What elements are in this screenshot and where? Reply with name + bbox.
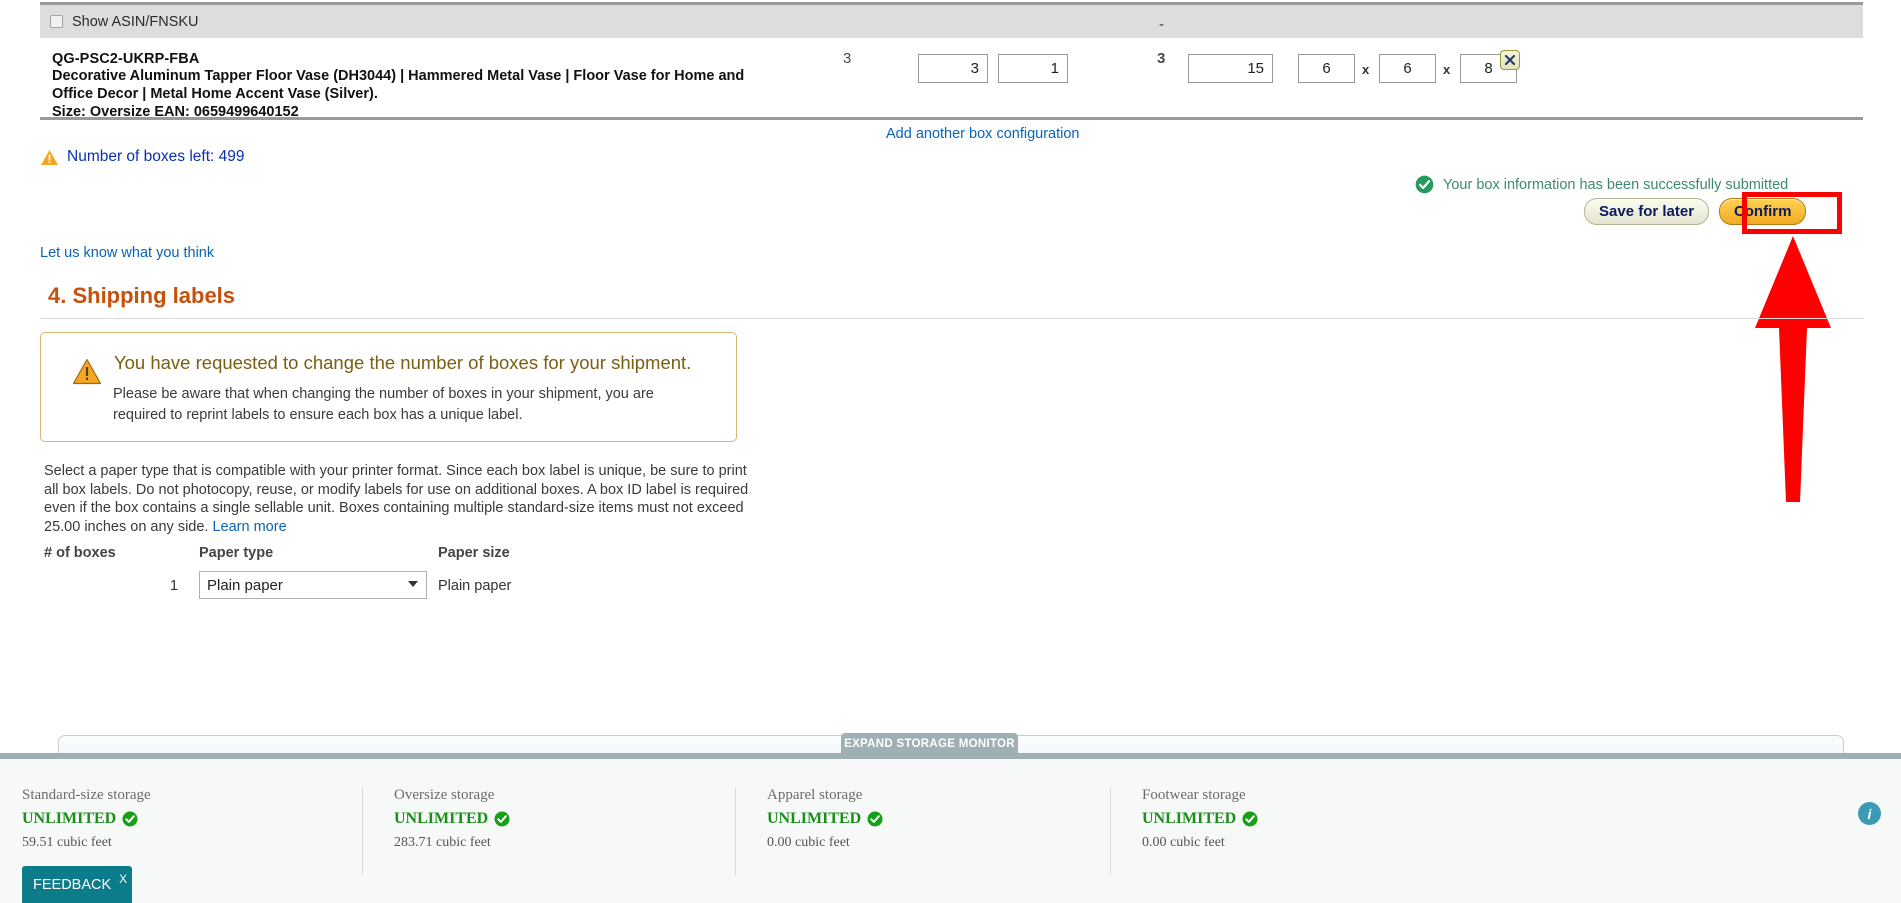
section-title-shipping-labels: 4. Shipping labels (48, 283, 236, 308)
check-circle-icon (867, 811, 883, 827)
confirm-button[interactable]: Confirm (1718, 198, 1807, 225)
storage-value: UNLIMITED (1142, 810, 1258, 828)
boxes-quantity-input[interactable] (918, 54, 988, 83)
box-weight-input[interactable] (1188, 54, 1273, 83)
storage-divider (1110, 787, 1111, 875)
storage-column-apparel: Apparel storage UNLIMITED 0.00 cubic fee… (767, 787, 883, 851)
boxes-total-value: 3 (843, 50, 852, 67)
storage-subvalue: 59.51 cubic feet (22, 835, 112, 850)
chevron-down-icon (408, 581, 418, 587)
storage-monitor: Standard-size storage UNLIMITED 59.51 cu… (0, 753, 1901, 903)
feedback-label: FEEDBACK (33, 876, 112, 893)
storage-divider (735, 787, 736, 875)
storage-label: Apparel storage (767, 787, 863, 803)
alert-body: Please be aware that when changing the n… (113, 386, 654, 423)
dimension-separator-1: x (1362, 62, 1370, 77)
dimension-separator-2: x (1443, 62, 1451, 77)
alert-heading: You have requested to change the number … (114, 352, 692, 373)
storage-value: UNLIMITED (394, 810, 510, 828)
box-length-input[interactable] (1298, 54, 1355, 83)
action-buttons: Save for later Confirm (1584, 198, 1807, 225)
paper-type-description-text: Select a paper type that is compatible w… (44, 463, 749, 535)
paper-size-value: Plain paper (438, 578, 512, 594)
storage-subvalue: 0.00 cubic feet (767, 835, 850, 850)
paper-type-description: Select a paper type that is compatible w… (44, 462, 760, 536)
storage-value-text: UNLIMITED (767, 810, 862, 827)
delete-box-config-button[interactable] (1500, 50, 1520, 70)
paper-type-selected-value: Plain paper (207, 576, 283, 594)
learn-more-link[interactable]: Learn more (212, 519, 286, 535)
table-header-row: Show ASIN/FNSKU - (40, 2, 1863, 38)
storage-value: UNLIMITED (767, 810, 883, 828)
box-width-input[interactable] (1379, 54, 1436, 83)
boxes-left-text: Number of boxes left: 499 (67, 148, 245, 165)
check-circle-icon (122, 811, 138, 827)
save-for-later-button[interactable]: Save for later (1584, 198, 1710, 225)
section-divider (40, 318, 1863, 319)
reprint-labels-alert: You have requested to change the number … (40, 332, 737, 442)
table-row: QG-PSC2-UKRP-FBA Decorative Aluminum Tap… (40, 38, 1863, 142)
storage-value: UNLIMITED (22, 810, 151, 828)
storage-label: Footwear storage (1142, 787, 1246, 803)
check-circle-icon (1415, 175, 1434, 194)
boxes-left-notice: Number of boxes left: 499 (40, 148, 245, 166)
units-per-box-input[interactable] (998, 54, 1068, 83)
expand-storage-monitor-tab[interactable]: EXPAND STORAGE MONITOR (841, 733, 1018, 755)
close-icon[interactable]: X (119, 872, 127, 886)
storage-label: Oversize storage (394, 787, 495, 803)
storage-column-footwear: Footwear storage UNLIMITED 0.00 cubic fe… (1142, 787, 1258, 851)
storage-subvalue: 0.00 cubic feet (1142, 835, 1225, 850)
column-header-num-boxes: # of boxes (44, 545, 116, 561)
num-boxes-value: 1 (170, 578, 179, 594)
check-circle-icon (1242, 811, 1258, 827)
storage-value-text: UNLIMITED (1142, 810, 1237, 827)
warning-triangle-icon (41, 149, 58, 165)
storage-value-text: UNLIMITED (22, 810, 117, 827)
info-icon[interactable]: i (1858, 802, 1881, 825)
success-text: Your box information has been successful… (1443, 176, 1789, 193)
success-message: Your box information has been successful… (1415, 175, 1788, 194)
warning-triangle-icon (72, 358, 102, 385)
header-dash: - (1159, 16, 1164, 33)
let-us-know-link[interactable]: Let us know what you think (40, 245, 214, 261)
product-title: Decorative Aluminum Tapper Floor Vase (D… (52, 68, 745, 102)
product-size-ean: Size: Oversize EAN: 0659499640152 (52, 104, 299, 120)
storage-value-text: UNLIMITED (394, 810, 489, 827)
units-total-value: 3 (1157, 50, 1166, 67)
annotation-arrow-icon (1755, 236, 1831, 502)
check-circle-icon (494, 811, 510, 827)
storage-label: Standard-size storage (22, 787, 151, 803)
close-icon (1504, 54, 1516, 66)
paper-type-select[interactable]: Plain paper (199, 571, 427, 599)
column-header-paper-size: Paper size (438, 545, 510, 561)
storage-column-standard: Standard-size storage UNLIMITED 59.51 cu… (22, 787, 151, 851)
feedback-tab[interactable]: FEEDBACK X (22, 866, 132, 903)
add-box-configuration-link[interactable]: Add another box configuration (886, 126, 1079, 142)
storage-subvalue: 283.71 cubic feet (394, 835, 491, 850)
product-sku: QG-PSC2-UKRP-FBA (52, 51, 200, 67)
column-header-paper-type: Paper type (199, 545, 274, 561)
storage-column-oversize: Oversize storage UNLIMITED 283.71 cubic … (394, 787, 510, 851)
page-root: Show ASIN/FNSKU - QG-PSC2-UKRP-FBA Decor… (0, 0, 1901, 903)
show-asin-label: Show ASIN/FNSKU (72, 13, 199, 30)
show-asin-checkbox[interactable] (50, 15, 63, 28)
storage-divider (362, 787, 363, 875)
